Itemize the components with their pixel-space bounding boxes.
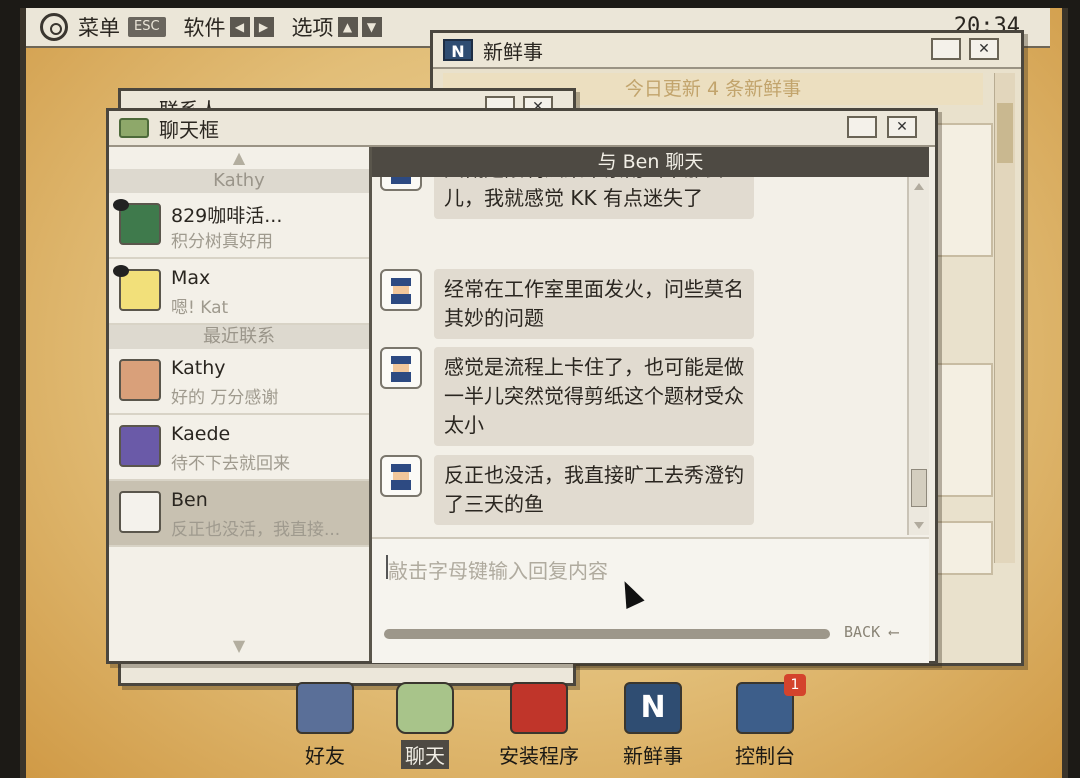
menu-label[interactable]: 菜单 [78, 12, 120, 42]
scroll-up-icon[interactable]: ▲ [109, 147, 369, 169]
avatar [119, 491, 161, 533]
contact-list: ▲ Kathy 829咖啡活... 积分树真好用 Max 嗯! Kat 最近联系… [109, 147, 372, 661]
arrow-down-icon[interactable]: ▼ [361, 17, 382, 37]
message-scrollbar[interactable] [907, 177, 929, 535]
arrow-right-icon[interactable]: ▶ [253, 17, 274, 37]
avatar [380, 455, 422, 497]
typing-progress-bar [384, 629, 830, 639]
notification-badge: 1 [784, 674, 806, 696]
close-button[interactable]: ✕ [969, 38, 999, 60]
news-icon: N [624, 682, 682, 734]
contact-preview: 待不下去就回来 [171, 454, 290, 474]
dock-item-install[interactable]: 安装程序 [484, 676, 594, 769]
news-card[interactable] [933, 521, 993, 575]
dock-item-chat[interactable]: 聊天 [370, 676, 480, 769]
avatar [119, 359, 161, 401]
dock-item-friends[interactable]: 好友 [270, 676, 380, 769]
dock-item-news[interactable]: N 新鲜事 [598, 676, 708, 769]
minimize-button[interactable] [931, 38, 961, 60]
contact-name: Ben [171, 489, 208, 511]
dock-label: 安装程序 [499, 744, 579, 768]
reply-input[interactable]: 敲击字母键输入回复内容 BACK ⟵ [372, 537, 929, 663]
contact-preview: 嗯! Kat [171, 298, 229, 318]
conversation-header: 与 Ben 聊天 [372, 147, 929, 177]
news-card[interactable] [933, 123, 993, 257]
options-label[interactable]: 选项 [292, 12, 334, 42]
contact-item[interactable]: 829咖啡活... 积分树真好用 [109, 193, 369, 259]
section-header: 最近联系 [109, 325, 369, 349]
status-badge [113, 265, 129, 277]
dock-label: 聊天 [401, 740, 449, 769]
contact-item[interactable]: Kaede 待不下去就回来 [109, 415, 369, 481]
message-list: 大概是限制法棠草素南出来那会儿，我就感觉 KK 有点迷失了 经常在工作室里面发火… [372, 177, 906, 535]
avatar [380, 177, 422, 191]
contacts-book-icon [296, 682, 354, 734]
avatar [380, 347, 422, 389]
avatar [119, 425, 161, 467]
software-label[interactable]: 软件 [184, 12, 226, 42]
scroll-down-icon[interactable]: ▼ [109, 635, 369, 657]
dock-item-console[interactable]: 1 控制台 [710, 674, 820, 769]
chat-titlebar[interactable]: 聊天框 ✕ [109, 111, 935, 147]
chat-window-title: 聊天框 [159, 117, 219, 142]
contact-item[interactable]: Kathy 好的 万分感谢 [109, 349, 369, 415]
contact-name: Kathy [171, 357, 226, 379]
esc-key-hint: ESC [128, 17, 166, 37]
chat-window: 聊天框 ✕ ▲ Kathy 829咖啡活... 积分树真好用 Max 嗯! Ka… [106, 108, 938, 664]
back-label: BACK [844, 623, 881, 641]
contact-name: 829咖啡活... [171, 205, 283, 227]
contact-item[interactable]: Max 嗯! Kat [109, 259, 369, 325]
news-scrollbar[interactable] [994, 73, 1015, 563]
chat-bubble-icon [119, 118, 149, 138]
gear-icon[interactable] [40, 13, 68, 41]
dock-label: 控制台 [735, 744, 795, 768]
conversation-panel: 与 Ben 聊天 大概是限制法棠草素南出来那会儿，我就感觉 KK 有点迷失了 经… [372, 147, 929, 663]
contact-name: Kaede [171, 423, 231, 445]
contact-preview: 反正也没活，我直接... [171, 520, 341, 540]
dock: 好友 聊天 安装程序 N 新鲜事 1 控制台 [270, 674, 830, 776]
reply-placeholder: 敲击字母键输入回复内容 [388, 559, 608, 583]
message-bubble: 经常在工作室里面发火，问些莫名其妙的问题 [434, 269, 754, 339]
news-titlebar[interactable]: N 新鲜事 ✕ [433, 33, 1021, 69]
avatar [380, 269, 422, 311]
scroll-thumb[interactable] [997, 103, 1013, 163]
contact-preview: 好的 万分感谢 [171, 388, 279, 408]
news-card[interactable] [933, 363, 993, 497]
section-header: Kathy [109, 169, 369, 193]
message-bubble: 感觉是流程上卡住了，也可能是做一半儿突然觉得剪纸这个题材受众太小 [434, 347, 754, 446]
message-bubble: 反正也没活，我直接旷工去秀澄钓了三天的鱼 [434, 455, 754, 525]
dock-label: 好友 [305, 744, 345, 768]
arrow-left-icon[interactable]: ◀ [229, 17, 250, 37]
scroll-down-icon[interactable] [914, 522, 924, 529]
arrow-up-icon[interactable]: ▲ [337, 17, 358, 37]
contact-preview: 积分树真好用 [171, 232, 273, 252]
chat-bubble-icon [396, 682, 454, 734]
minimize-button[interactable] [847, 116, 877, 138]
news-window-title: 新鲜事 [483, 39, 543, 64]
back-button[interactable]: BACK ⟵ [844, 623, 898, 641]
news-icon: N [443, 39, 473, 61]
dock-label: 新鲜事 [623, 744, 683, 768]
close-button[interactable]: ✕ [887, 116, 917, 138]
install-icon [510, 682, 568, 734]
scroll-up-icon[interactable] [914, 183, 924, 190]
status-badge [113, 199, 129, 211]
scroll-thumb[interactable] [911, 469, 927, 507]
contact-item-active[interactable]: Ben 反正也没活，我直接... [109, 481, 369, 547]
message-bubble: 大概是限制法棠草素南出来那会儿，我就感觉 KK 有点迷失了 [434, 177, 754, 219]
contact-name: Max [171, 267, 211, 289]
